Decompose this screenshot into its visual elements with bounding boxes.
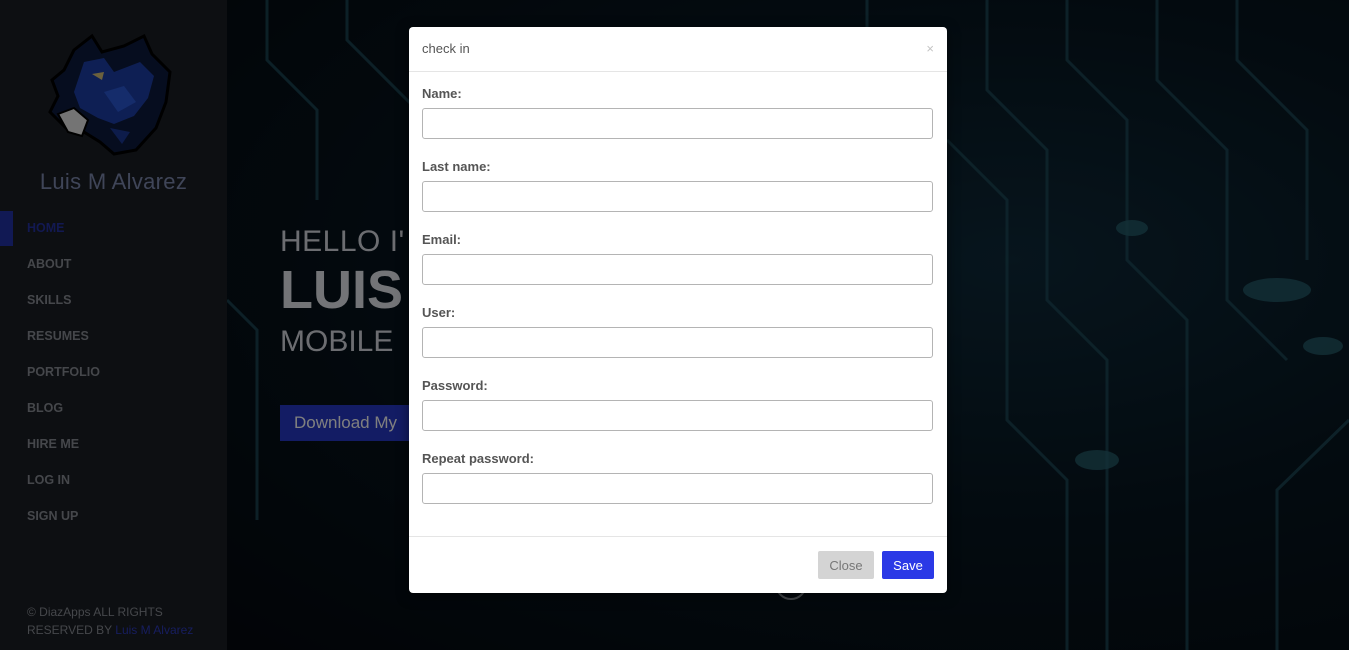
modal-body: Name: Last name: Email: User: Password: … (422, 71, 933, 509)
name-label: Name: (422, 86, 462, 101)
save-button[interactable]: Save (882, 551, 934, 579)
form-group-repeat-password: Repeat password: (422, 436, 933, 509)
email-label: Email: (422, 232, 462, 247)
close-icon[interactable]: × (926, 41, 934, 57)
form-group-user: User: (422, 290, 933, 363)
repeat-password-input[interactable] (422, 473, 933, 504)
password-label: Password: (422, 378, 488, 393)
form-group-password: Password: (422, 363, 933, 436)
close-button[interactable]: Close (818, 551, 874, 579)
modal-header: check in × (409, 27, 947, 72)
user-label: User: (422, 305, 456, 320)
email-input[interactable] (422, 254, 933, 285)
check-in-modal: check in × Name: Last name: Email: User:… (409, 27, 947, 593)
user-input[interactable] (422, 327, 933, 358)
form-group-name: Name: (422, 71, 933, 144)
modal-footer: Close Save (409, 536, 947, 594)
repeat-password-label: Repeat password: (422, 451, 534, 466)
password-input[interactable] (422, 400, 933, 431)
modal-title: check in (422, 41, 470, 56)
form-group-last-name: Last name: (422, 144, 933, 217)
last-name-label: Last name: (422, 159, 491, 174)
name-input[interactable] (422, 108, 933, 139)
last-name-input[interactable] (422, 181, 933, 212)
form-group-email: Email: (422, 217, 933, 290)
